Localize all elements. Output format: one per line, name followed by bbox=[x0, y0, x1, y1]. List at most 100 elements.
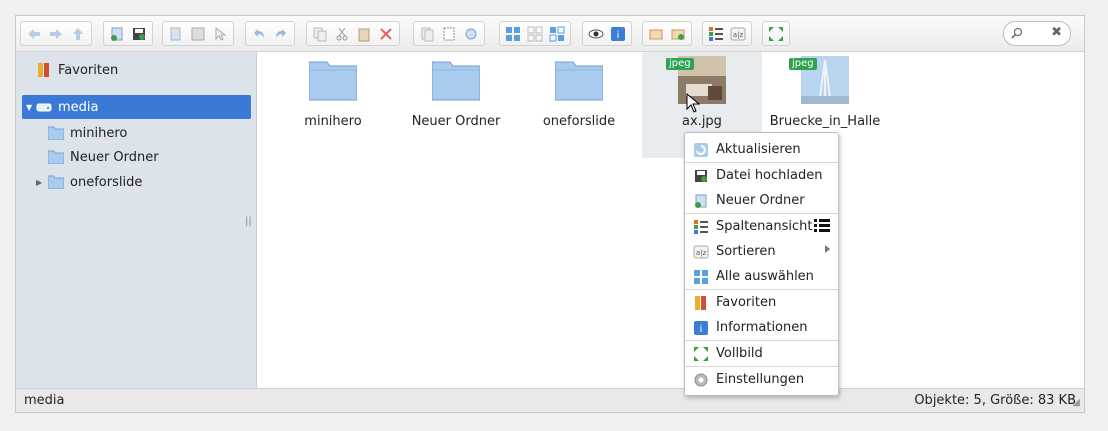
menu-item-label: Neuer Ordner bbox=[716, 193, 805, 208]
up-icon[interactable] bbox=[67, 23, 89, 45]
sidebar-item-minihero[interactable]: minihero bbox=[22, 121, 251, 145]
select-all-icon[interactable] bbox=[546, 23, 568, 45]
menu-item-label: Spaltenansicht bbox=[716, 219, 813, 234]
new-folder-icon[interactable] bbox=[106, 23, 128, 45]
copy-icon[interactable] bbox=[309, 23, 331, 45]
preview-eye-icon[interactable] bbox=[585, 23, 607, 45]
menu-item-informationen[interactable]: i Informationen bbox=[685, 315, 838, 340]
sort-icon: a|z bbox=[693, 245, 709, 258]
archive-group bbox=[642, 21, 692, 46]
sidebar-item-media[interactable]: ▼ media bbox=[22, 95, 251, 119]
menu-item-sortieren[interactable]: a|z Sortieren bbox=[685, 239, 838, 264]
sidebar-item-label: Favoriten bbox=[58, 62, 119, 78]
grid-view-icon[interactable] bbox=[524, 23, 546, 45]
file-item-oneforslide[interactable]: oneforslide bbox=[519, 52, 639, 158]
menu-item-label: Sortieren bbox=[716, 244, 776, 259]
sort-group: a|z bbox=[702, 21, 752, 46]
file-name: ax.jpg bbox=[682, 114, 722, 129]
menu-item-datei-hochladen[interactable]: Datei hochladen bbox=[685, 163, 838, 188]
search-input[interactable]: ✖ bbox=[1003, 21, 1071, 46]
edit-group bbox=[306, 21, 400, 46]
undo-icon[interactable] bbox=[248, 23, 270, 45]
fullscreen-icon[interactable] bbox=[765, 23, 787, 45]
folder-icon bbox=[309, 61, 357, 101]
fullscreen-group bbox=[762, 21, 790, 46]
select-icon[interactable] bbox=[209, 23, 231, 45]
view-group bbox=[499, 21, 571, 46]
file-type-badge: jpeg bbox=[666, 58, 694, 70]
rename-icon[interactable] bbox=[438, 23, 460, 45]
select-all-icon bbox=[694, 269, 708, 284]
menu-item-aktualisieren[interactable]: Aktualisieren bbox=[685, 137, 838, 162]
clear-search-icon[interactable]: ✖ bbox=[1051, 25, 1062, 40]
undo-group bbox=[245, 21, 295, 46]
duplicate-icon[interactable] bbox=[416, 23, 438, 45]
file-manager-window: i a|z ✖ Favoriten ▼ media minihero Neuer… bbox=[15, 15, 1085, 413]
info-icon[interactable]: i bbox=[607, 23, 629, 45]
sidebar-item-oneforslide[interactable]: ▶ oneforslide bbox=[22, 170, 251, 194]
submenu-arrow-icon bbox=[825, 245, 830, 253]
fullscreen-icon bbox=[694, 346, 708, 361]
new-folder-icon bbox=[695, 194, 707, 208]
drive-icon bbox=[36, 103, 52, 112]
nav-group bbox=[20, 21, 92, 46]
sidebar-resize-handle[interactable]: || bbox=[245, 216, 252, 227]
open-icon[interactable] bbox=[165, 23, 187, 45]
svg-text:i: i bbox=[700, 324, 703, 335]
file-type-badge: jpeg bbox=[789, 58, 817, 70]
sidebar: Favoriten ▼ media minihero Neuer Ordner … bbox=[16, 52, 257, 389]
resize-grip-icon[interactable]: ◢ bbox=[1072, 397, 1080, 408]
edit-icon[interactable] bbox=[460, 23, 482, 45]
menu-item-vollbild[interactable]: Vollbild bbox=[685, 341, 838, 366]
list-icon bbox=[814, 219, 830, 232]
paste-icon[interactable] bbox=[353, 23, 375, 45]
archive-icon[interactable] bbox=[667, 23, 689, 45]
svg-text:i: i bbox=[617, 30, 620, 41]
extract-icon[interactable] bbox=[645, 23, 667, 45]
menu-item-label: Favoriten bbox=[716, 295, 777, 310]
icons-view-icon[interactable] bbox=[502, 23, 524, 45]
svg-text:a|z: a|z bbox=[733, 31, 744, 39]
sort-icon[interactable]: a|z bbox=[727, 23, 749, 45]
folder-icon bbox=[48, 150, 64, 164]
sidebar-item-label: Neuer Ordner bbox=[70, 149, 159, 165]
redo-icon[interactable] bbox=[270, 23, 292, 45]
menu-item-spaltenansicht[interactable]: Spaltenansicht bbox=[685, 214, 838, 239]
folder-icon bbox=[555, 61, 603, 101]
back-icon[interactable] bbox=[23, 23, 45, 45]
svg-text:a|z: a|z bbox=[696, 249, 707, 257]
menu-item-label: Vollbild bbox=[716, 346, 763, 361]
folder-icon bbox=[432, 61, 480, 101]
file-item-minihero[interactable]: minihero bbox=[273, 52, 393, 158]
cut-icon[interactable] bbox=[331, 23, 353, 45]
column-view-icon[interactable] bbox=[705, 23, 727, 45]
menu-item-label: Alle auswählen bbox=[716, 269, 814, 284]
sidebar-item-label: media bbox=[58, 99, 99, 115]
expand-arrow-icon[interactable]: ▶ bbox=[36, 178, 48, 187]
upload-group bbox=[103, 21, 153, 46]
column-view-icon bbox=[694, 219, 708, 234]
menu-item-neuer-ordner[interactable]: Neuer Ordner bbox=[685, 188, 838, 213]
forward-icon[interactable] bbox=[45, 23, 67, 45]
file-item-neuer-ordner[interactable]: Neuer Ordner bbox=[396, 52, 516, 158]
sidebar-item-label: oneforslide bbox=[70, 174, 143, 190]
sidebar-item-favoriten[interactable]: Favoriten bbox=[22, 58, 251, 82]
download-icon[interactable] bbox=[187, 23, 209, 45]
menu-item-alle-auswaehlen[interactable]: Alle auswählen bbox=[685, 264, 838, 289]
context-menu: Aktualisieren Datei hochladen Neuer Ordn… bbox=[684, 132, 839, 396]
file-area: minihero Neuer Ordner oneforslide jpeg a… bbox=[258, 52, 1084, 389]
save-upload-icon[interactable] bbox=[128, 23, 150, 45]
gear-icon bbox=[694, 373, 708, 386]
menu-item-favoriten[interactable]: Favoriten bbox=[685, 290, 838, 315]
delete-icon[interactable] bbox=[375, 23, 397, 45]
info-icon: i bbox=[694, 320, 708, 335]
search-icon bbox=[1011, 28, 1022, 39]
status-info: Objekte: 5, Größe: 83 KB bbox=[914, 393, 1076, 408]
favorites-icon bbox=[695, 295, 706, 310]
expand-arrow-icon[interactable]: ▼ bbox=[26, 103, 36, 112]
status-path: media bbox=[24, 393, 65, 408]
info-group: i bbox=[582, 21, 632, 46]
sidebar-item-neuer-ordner[interactable]: Neuer Ordner bbox=[22, 145, 251, 169]
menu-item-einstellungen[interactable]: Einstellungen bbox=[685, 367, 838, 392]
file-ops-group bbox=[413, 21, 485, 46]
